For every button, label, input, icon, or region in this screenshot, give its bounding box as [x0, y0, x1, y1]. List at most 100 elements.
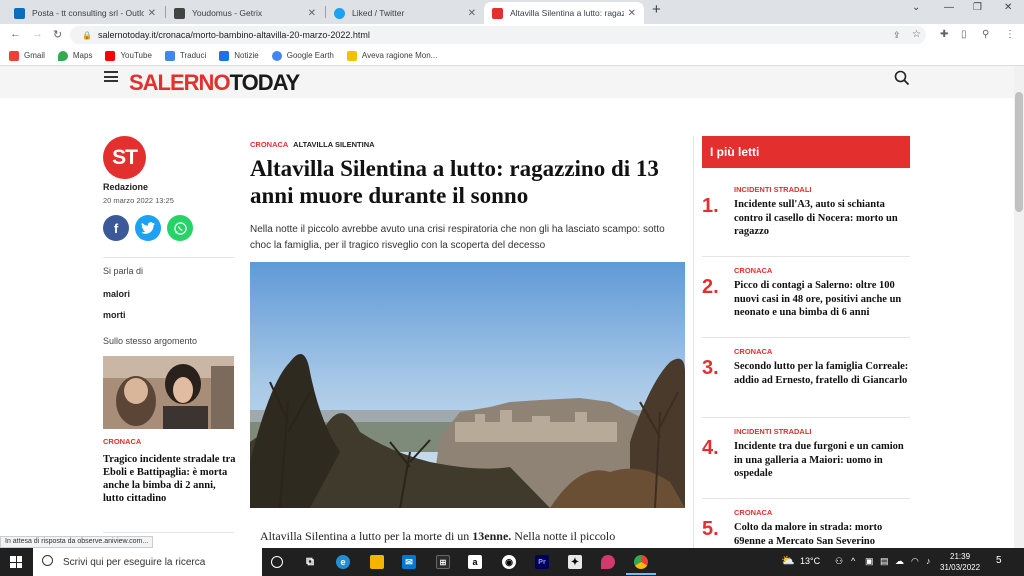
most-read-item[interactable]: 4. INCIDENTI STRADALI Incidente tra due … [702, 427, 910, 497]
site-header: SALERNOTODAY [0, 66, 1014, 98]
most-read-item[interactable]: 3. CRONACA Secondo lutto per la famiglia… [702, 347, 910, 417]
amazon-icon[interactable]: a [468, 555, 482, 569]
salernotoday-icon [492, 7, 503, 19]
bookmark-google-earth[interactable]: Google Earth [271, 50, 334, 61]
bookmark-aveva-ragione[interactable]: Aveva ragione Mon... [346, 50, 437, 61]
location-link[interactable]: ALTAVILLA SILENTINA [293, 140, 374, 149]
tab-getrix[interactable]: Youdomus - Getrix ✕ [166, 2, 324, 24]
bookmark-youtube[interactable]: YouTube [105, 50, 152, 61]
item-title[interactable]: Secondo lutto per la famiglia Correale: … [734, 360, 912, 387]
body-text: Altavilla Silentina a lutto per la morte… [260, 529, 470, 543]
most-read-item[interactable]: 2. CRONACA Picco di contagi a Salerno: o… [702, 266, 910, 336]
mail-icon[interactable]: ✉ [402, 555, 416, 569]
weather-icon[interactable]: ⛅ [781, 554, 795, 567]
minimize-button[interactable]: — [944, 2, 954, 13]
premiere-icon[interactable]: Pr [535, 555, 549, 569]
edge-icon[interactable]: e [336, 555, 350, 569]
lock-icon: 🔒 [82, 30, 92, 40]
maximize-button[interactable]: ❐ [973, 2, 982, 13]
forward-arrow-icon[interactable]: → [32, 28, 43, 40]
windows-start-icon[interactable] [10, 556, 22, 568]
scrollbar-thumb[interactable] [1015, 92, 1023, 212]
close-window-button[interactable]: ✕ [1004, 2, 1012, 13]
people-icon[interactable]: ⚇ [835, 556, 843, 567]
tab-search-icon[interactable]: ⌄ [912, 2, 920, 13]
paint-icon[interactable] [601, 555, 615, 569]
item-category[interactable]: INCIDENTI STRADALI [734, 427, 812, 436]
twitter-share-icon[interactable] [135, 215, 161, 241]
author-avatar[interactable]: ST [103, 136, 146, 179]
close-icon[interactable]: ✕ [148, 8, 156, 19]
news-icon [219, 50, 230, 61]
hamburger-menu-icon[interactable] [104, 71, 118, 82]
category-link[interactable]: CRONACA [250, 140, 288, 149]
divider [103, 257, 234, 258]
most-read-item[interactable]: 1. INCIDENTI STRADALI Incidente sull'A3,… [702, 185, 910, 255]
close-icon[interactable]: ✕ [628, 8, 636, 19]
bookmark-maps[interactable]: Maps [57, 50, 92, 61]
site-logo[interactable]: SALERNOTODAY [129, 70, 300, 96]
topic-link[interactable]: morti [103, 310, 126, 320]
item-category[interactable]: INCIDENTI STRADALI [734, 185, 812, 194]
most-read-item[interactable]: 5. CRONACA Colto da malore in strada: mo… [702, 508, 910, 548]
facebook-share-icon[interactable]: f [103, 215, 129, 241]
rank-number: 3. [702, 357, 719, 379]
volume-icon[interactable]: ♪ [926, 556, 931, 566]
item-title[interactable]: Incidente sull'A3, auto si schianta cont… [734, 198, 912, 239]
share-icon[interactable]: ⇪ [893, 30, 901, 41]
tab-twitter[interactable]: Liked / Twitter ✕ [326, 2, 484, 24]
tab-outlook[interactable]: Posta - tt consulting srl - Outlook ✕ [6, 2, 164, 24]
extensions-icon[interactable]: ✚ [940, 29, 948, 40]
cortana-icon[interactable] [271, 556, 283, 568]
hidden-icons-chevron-icon[interactable]: ^ [851, 556, 855, 566]
related-category[interactable]: CRONACA [103, 437, 141, 446]
search-icon[interactable] [894, 70, 910, 86]
bookmark-notizie[interactable]: Notizie [219, 50, 259, 61]
notifications-icon[interactable]: 5 [996, 555, 1002, 566]
chrome-icon[interactable] [634, 555, 648, 569]
menu-icon[interactable]: ⋮ [1005, 29, 1015, 40]
bookmark-site-icon [346, 50, 357, 61]
bookmark-star-icon[interactable]: ☆ [912, 29, 921, 40]
onedrive-icon[interactable]: ☁ [895, 556, 904, 567]
bookmark-gmail[interactable]: Gmail [9, 50, 45, 61]
app-icon[interactable]: ◉ [502, 555, 516, 569]
bookmark-traduci[interactable]: Traduci [164, 50, 206, 61]
author-name[interactable]: Redazione [103, 182, 148, 192]
search-placeholder: Scrivi qui per eseguire la ricerca [63, 556, 206, 568]
app-tray-icon[interactable]: ▣ [865, 556, 874, 567]
task-view-icon[interactable]: ⧉ [303, 555, 317, 569]
item-category[interactable]: CRONACA [734, 508, 772, 517]
reload-icon[interactable]: ↻ [53, 28, 62, 41]
close-icon[interactable]: ✕ [468, 8, 476, 19]
url-field[interactable]: 🔒 salernotoday.it/cronaca/morto-bambino-… [70, 26, 926, 44]
gmail-icon [9, 50, 19, 61]
close-icon[interactable]: ✕ [308, 8, 316, 19]
related-article-image[interactable] [103, 356, 234, 429]
whatsapp-share-icon[interactable] [167, 215, 193, 241]
related-article-title[interactable]: Tragico incidente stradale tra Eboli e B… [103, 453, 237, 505]
topic-link[interactable]: malori [103, 289, 130, 299]
new-tab-button[interactable]: + [652, 1, 661, 18]
item-title[interactable]: Picco di contagi a Salerno: oltre 100 nu… [734, 279, 912, 320]
temperature[interactable]: 13°C [800, 556, 820, 566]
file-explorer-icon[interactable] [370, 555, 384, 569]
tab-salernotoday[interactable]: Altavilla Silentina a lutto: ragazzino d… [484, 2, 644, 24]
store-icon[interactable]: ⊞ [436, 555, 450, 569]
app-icon[interactable]: ✦ [568, 555, 582, 569]
article-hero-image[interactable] [250, 262, 685, 508]
taskbar-search-box[interactable]: Scrivi qui per eseguire la ricerca [33, 548, 262, 576]
system-clock[interactable]: 21:39 31/03/2022 [940, 551, 980, 573]
maps-icon [57, 50, 68, 61]
back-arrow-icon[interactable]: ← [10, 28, 21, 40]
item-category[interactable]: CRONACA [734, 266, 772, 275]
item-title[interactable]: Colto da malore in strada: morto 69enne … [734, 521, 910, 548]
wifi-icon[interactable]: ◠ [911, 556, 919, 567]
side-panel-icon[interactable]: ▯ [961, 29, 967, 40]
profile-icon[interactable]: ⚲ [982, 29, 989, 40]
item-title[interactable]: Incidente tra due furgoni e un camion in… [734, 440, 912, 481]
item-category[interactable]: CRONACA [734, 347, 772, 356]
article-date: 20 marzo 2022 13:25 [103, 196, 174, 205]
app-tray-icon[interactable]: ▤ [880, 556, 889, 567]
clock-date: 31/03/2022 [940, 563, 981, 572]
